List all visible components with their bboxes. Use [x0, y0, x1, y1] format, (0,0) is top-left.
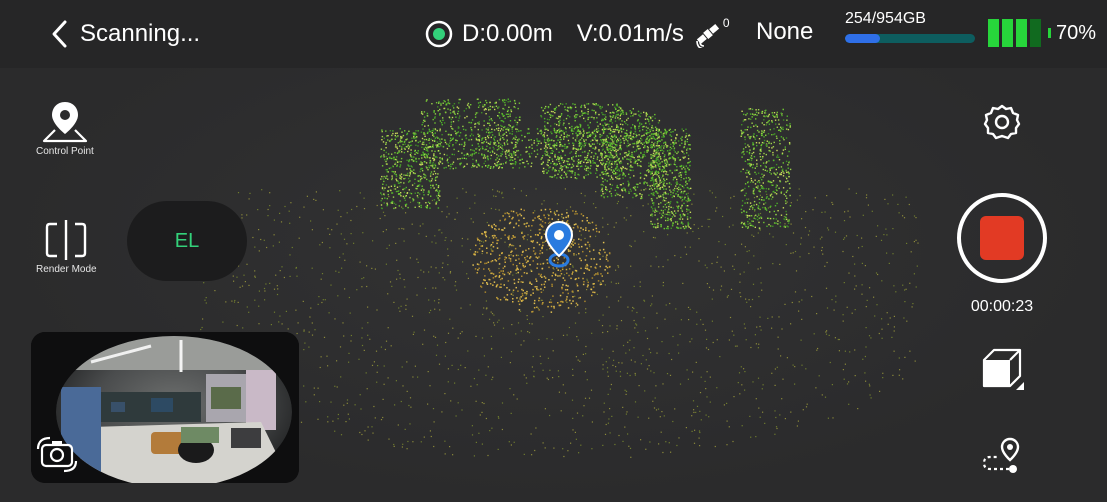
- battery-tip: [1048, 28, 1051, 38]
- storage-text: 254/954GB: [845, 10, 926, 27]
- battery-cell: [988, 19, 999, 47]
- distance-readout: D:0.00m: [462, 20, 553, 47]
- top-status-bar: Scanning... D:0.00m V:0.01m/s 0 None 254…: [0, 0, 1107, 68]
- gnss-status: None: [756, 18, 814, 45]
- velocity-readout: V:0.01m/s: [576, 20, 684, 47]
- page-title: Scanning...: [80, 20, 201, 47]
- storage-indicator: 254/954GB: [845, 10, 977, 43]
- control-point-label: Control Point: [36, 146, 94, 157]
- satellite-icon: [696, 23, 719, 48]
- storage-bar-fill: [845, 34, 880, 43]
- render-mode-icon: [46, 220, 87, 260]
- battery-cell: [1030, 19, 1041, 47]
- control-point-icon: [42, 102, 88, 143]
- battery-icon: [988, 19, 1046, 47]
- battery-cell: [1016, 19, 1027, 47]
- cube-view-icon[interactable]: [980, 346, 1026, 392]
- target-icon: [425, 20, 453, 48]
- recording-timer: 00:00:23: [970, 298, 1034, 315]
- render-mode-label: Render Mode: [36, 264, 97, 275]
- record-stop-icon: [980, 216, 1024, 260]
- battery-percent: 70%: [1056, 21, 1097, 44]
- record-stop-button[interactable]: [957, 193, 1047, 283]
- battery-cell: [1002, 19, 1013, 47]
- camera-preview[interactable]: [31, 332, 299, 483]
- back-chevron-icon: [52, 20, 67, 48]
- motion-stats: D:0.00m V:0.01m/s 0: [424, 16, 730, 51]
- storage-bar: [845, 34, 975, 43]
- app-screen: Scanning... D:0.00m V:0.01m/s 0 None 254…: [0, 0, 1107, 502]
- route-icon[interactable]: [980, 436, 1026, 476]
- render-mode-button[interactable]: Render Mode: [36, 218, 97, 275]
- camera-switch-icon[interactable]: [35, 434, 79, 474]
- el-mode-button[interactable]: EL: [127, 201, 247, 281]
- back-button[interactable]: Scanning...: [50, 17, 200, 51]
- battery-indicator: 70%: [988, 19, 1096, 47]
- location-pin-icon: [544, 220, 574, 268]
- satellite-count: 0: [722, 16, 730, 30]
- settings-icon[interactable]: [983, 103, 1021, 141]
- control-point-button[interactable]: Control Point: [36, 98, 94, 157]
